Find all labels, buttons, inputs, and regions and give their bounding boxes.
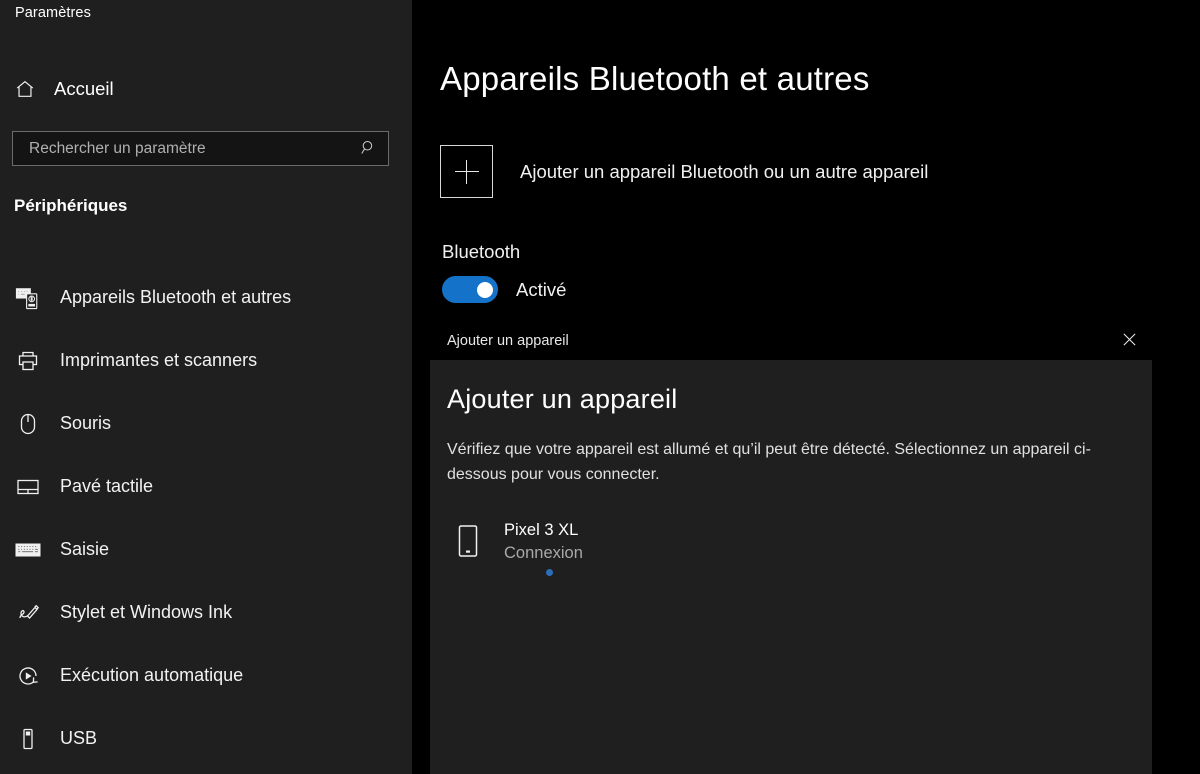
sidebar-item-pen-label: Stylet et Windows Ink (60, 602, 233, 622)
sidebar-item-touchpad[interactable]: Pavé tactile (0, 455, 412, 518)
sidebar-section-heading: Périphériques (14, 196, 128, 215)
printer-icon (15, 349, 41, 373)
connecting-progress-indicator (504, 565, 624, 581)
dialog-heading: Ajouter un appareil (447, 384, 678, 414)
list-item[interactable]: Pixel 3 XL Connexion (447, 517, 1137, 585)
progress-dot (546, 569, 553, 576)
search-box[interactable] (12, 131, 389, 166)
app-title: Paramètres (15, 5, 91, 21)
sidebar-item-autoplay-label: Exécution automatique (60, 665, 244, 685)
device-status: Connexion (504, 544, 583, 562)
usb-icon (15, 727, 41, 751)
dialog-close-button[interactable] (1106, 322, 1152, 360)
sidebar-item-pen[interactable]: Stylet et Windows Ink (0, 581, 412, 644)
sidebar-item-touchpad-label: Pavé tactile (60, 476, 154, 496)
dialog-titlebar-title: Ajouter un appareil (447, 333, 569, 349)
dialog-body: Ajouter un appareil Vérifiez que votre a… (430, 360, 1152, 585)
pen-icon (15, 601, 41, 625)
sidebar-item-bluetooth-devices-label: Appareils Bluetooth et autres (60, 287, 292, 307)
sidebar-item-usb-label: USB (60, 728, 98, 748)
sidebar: Paramètres Accueil Périphé (0, 0, 412, 774)
sidebar-item-home-label: Accueil (54, 78, 114, 99)
sidebar-item-bluetooth-devices[interactable]: Appareils Bluetooth et autres (0, 266, 412, 329)
home-icon (14, 78, 36, 100)
keyboard-icon (15, 541, 41, 559)
sidebar-item-autoplay[interactable]: Exécution automatique (0, 644, 412, 707)
bluetooth-toggle-row: Activé (442, 276, 566, 303)
add-device-label: Ajouter un appareil Bluetooth ou un autr… (520, 160, 929, 182)
page-title: Appareils Bluetooth et autres (440, 60, 870, 97)
search-icon (360, 139, 377, 159)
sidebar-item-mouse-label: Souris (60, 413, 112, 433)
device-name: Pixel 3 XL (504, 521, 579, 539)
search-button[interactable] (348, 132, 388, 165)
mouse-icon (15, 412, 41, 436)
close-icon (1122, 332, 1137, 350)
settings-window: Paramètres Accueil Périphé (0, 0, 1200, 774)
sidebar-nav: Appareils Bluetooth et autres Imprimante… (0, 266, 412, 770)
sidebar-item-printers-label: Imprimantes et scanners (60, 350, 258, 370)
bluetooth-toggle-state: Activé (516, 278, 567, 300)
autoplay-icon (15, 664, 41, 688)
sidebar-item-home[interactable]: Accueil (8, 70, 188, 108)
plus-icon (440, 145, 493, 198)
device-texts: Pixel 3 XL Connexion (504, 521, 624, 581)
add-device-dialog: Ajouter un appareil Ajouter un appareil … (430, 322, 1152, 774)
sidebar-item-printers[interactable]: Imprimantes et scanners (0, 329, 412, 392)
dialog-description: Vérifiez que votre appareil est allumé e… (447, 441, 1091, 483)
search-input[interactable] (13, 132, 348, 165)
touchpad-icon (15, 477, 41, 497)
sidebar-item-mouse[interactable]: Souris (0, 392, 412, 455)
bluetooth-devices-icon (15, 286, 41, 310)
sidebar-item-typing-label: Saisie (60, 539, 110, 559)
bluetooth-section-label: Bluetooth (442, 241, 521, 262)
add-device-button[interactable]: Ajouter un appareil Bluetooth ou un autr… (440, 145, 928, 198)
bluetooth-toggle[interactable] (442, 276, 498, 303)
discovered-device-list: Pixel 3 XL Connexion (447, 517, 1152, 585)
toggle-knob (477, 281, 493, 298)
phone-icon (453, 521, 483, 558)
sidebar-item-typing[interactable]: Saisie (0, 518, 412, 581)
dialog-titlebar: Ajouter un appareil (430, 322, 1152, 360)
sidebar-item-usb[interactable]: USB (0, 707, 412, 770)
